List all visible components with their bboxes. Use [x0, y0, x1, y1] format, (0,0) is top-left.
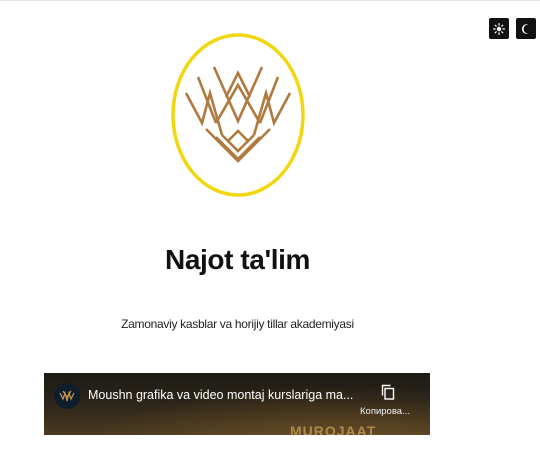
video-embed[interactable]: Moushn grafika va video montaj kurslarig…: [44, 373, 430, 435]
copy-icon: [381, 384, 395, 400]
crown-lotus-logo: [171, 33, 305, 197]
theme-toggles: [489, 18, 536, 39]
copy-label: Копирова...: [360, 406, 410, 417]
light-theme-button[interactable]: [489, 18, 509, 39]
dark-theme-button[interactable]: [516, 18, 536, 39]
video-banner-text: MUROJAAT: [290, 423, 377, 435]
video-title[interactable]: Moushn grafika va video montaj kurslarig…: [88, 388, 356, 402]
moon-icon: [522, 23, 529, 34]
najot-talim-channel-logo: [59, 390, 75, 402]
logo-mark: [184, 66, 292, 163]
brand-tagline: Zamonaviy kasblar va horijiy tillar akad…: [121, 317, 354, 331]
top-divider: [0, 0, 540, 1]
channel-avatar[interactable]: [54, 383, 80, 409]
brand-title: Najot ta'lim: [165, 244, 310, 275]
copy-link-button[interactable]: Копирова...: [354, 382, 420, 422]
sun-icon: [493, 22, 505, 35]
logo-ring: [171, 33, 305, 197]
